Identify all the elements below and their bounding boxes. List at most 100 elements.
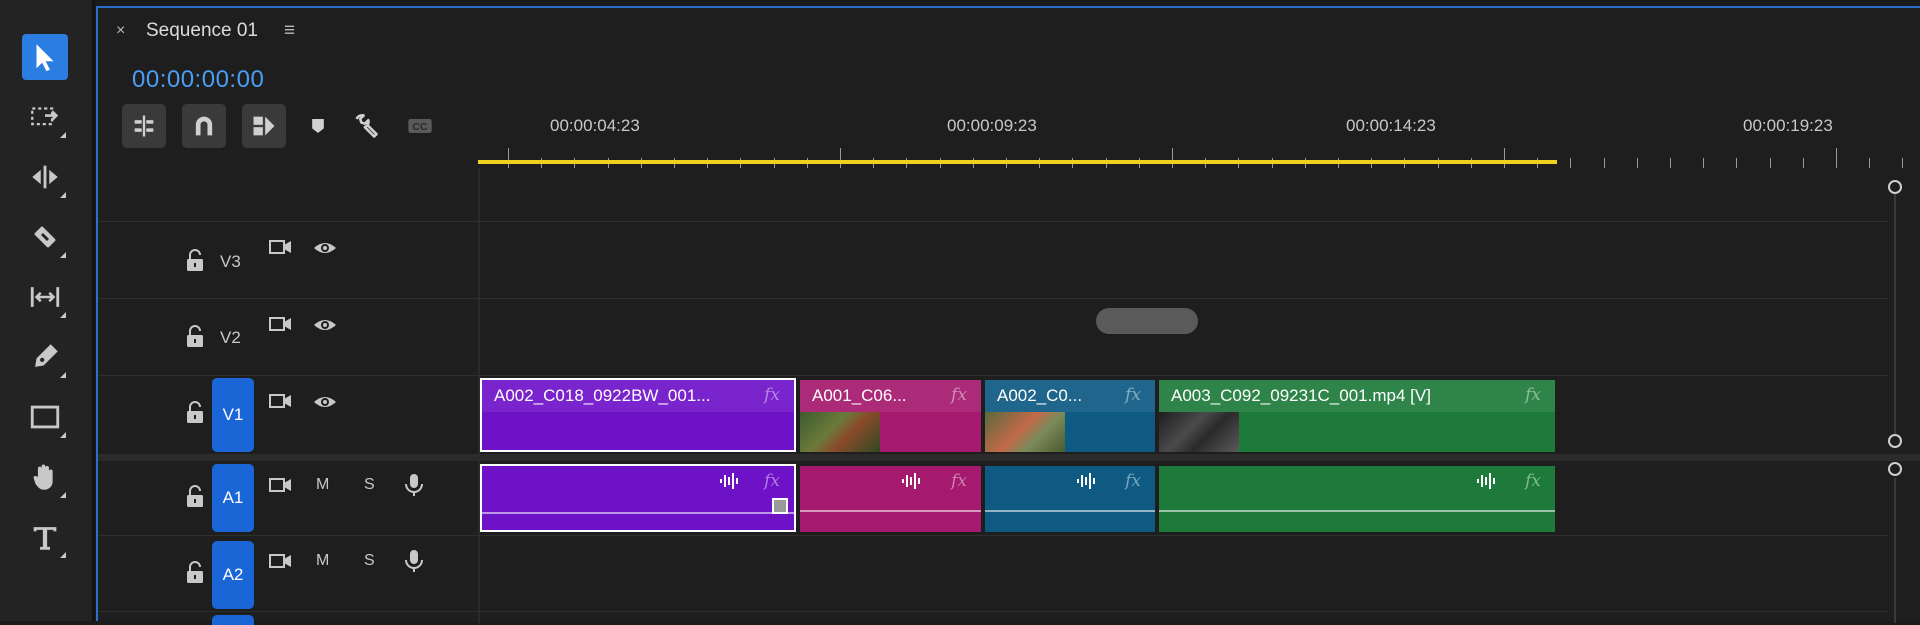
track-name-v1[interactable]: V1 bbox=[212, 378, 254, 452]
ruler-tick bbox=[840, 148, 841, 168]
video-audio-splitter[interactable] bbox=[98, 454, 1920, 461]
track-name-a2[interactable]: A2 bbox=[212, 541, 254, 609]
volume-line[interactable] bbox=[1159, 510, 1555, 512]
ruler-tick bbox=[1570, 158, 1572, 168]
eye-icon[interactable] bbox=[312, 237, 338, 259]
ruler-tick bbox=[1636, 158, 1638, 168]
track-name-a3-partial[interactable] bbox=[212, 615, 254, 625]
vertical-scroll-handle-top[interactable] bbox=[1888, 180, 1902, 194]
sync-lock-icon[interactable] bbox=[268, 474, 294, 496]
track-divider bbox=[98, 375, 1888, 376]
fx-badge[interactable]: fx bbox=[1125, 385, 1141, 405]
linked-selection-button[interactable] bbox=[242, 104, 286, 148]
fx-badge[interactable]: fx bbox=[764, 471, 780, 491]
lock-icon[interactable] bbox=[184, 400, 206, 426]
ruler-tick bbox=[1769, 158, 1771, 168]
lock-icon[interactable] bbox=[184, 324, 206, 350]
eye-icon[interactable] bbox=[312, 391, 338, 413]
clip-thumbnail bbox=[985, 412, 1065, 452]
keyframe-icon[interactable] bbox=[772, 498, 788, 514]
video-clip[interactable]: A002_C0... fx bbox=[985, 380, 1155, 452]
add-marker-button[interactable] bbox=[296, 104, 340, 148]
hand-icon bbox=[33, 464, 53, 490]
pen-tool[interactable] bbox=[22, 334, 68, 380]
type-tool[interactable] bbox=[22, 514, 68, 560]
track-name-a1[interactable]: A1 bbox=[212, 464, 254, 532]
horizontal-scroll-thumb[interactable] bbox=[1096, 308, 1198, 334]
video-clip[interactable]: A001_C06... fx bbox=[800, 380, 981, 452]
clip-label: A001_C06... bbox=[812, 386, 907, 405]
eye-icon[interactable] bbox=[312, 314, 338, 336]
slip-tool[interactable] bbox=[22, 274, 68, 320]
volume-line[interactable] bbox=[985, 510, 1155, 512]
track-divider bbox=[98, 298, 1888, 299]
lock-icon[interactable] bbox=[184, 560, 206, 586]
volume-line[interactable] bbox=[482, 512, 794, 514]
sync-lock-icon[interactable] bbox=[268, 313, 294, 335]
audio-clip[interactable]: fx bbox=[985, 466, 1155, 532]
razor-tool[interactable] bbox=[22, 214, 68, 260]
fx-badge[interactable]: fx bbox=[1125, 471, 1141, 491]
time-ruler[interactable] bbox=[478, 136, 1908, 170]
tools-panel bbox=[0, 0, 95, 621]
audio-clip[interactable]: fx bbox=[800, 466, 981, 532]
fx-badge[interactable]: fx bbox=[951, 385, 967, 405]
close-tab-button[interactable]: × bbox=[116, 22, 125, 40]
microphone-icon[interactable] bbox=[401, 472, 427, 498]
track-select-tool[interactable] bbox=[22, 94, 68, 140]
ruler-tick bbox=[1172, 148, 1173, 168]
waveform-icon bbox=[1477, 473, 1495, 489]
wrench-icon bbox=[355, 114, 378, 138]
work-area-bar[interactable] bbox=[478, 160, 1557, 164]
hand-tool[interactable] bbox=[22, 454, 68, 500]
ripple-edit-tool[interactable] bbox=[22, 154, 68, 200]
mute-button[interactable]: M bbox=[316, 552, 329, 570]
playhead-timecode[interactable]: 00:00:00:00 bbox=[132, 66, 264, 94]
ruler-label: 00:00:04:23 bbox=[550, 116, 640, 135]
waveform-icon bbox=[720, 473, 738, 489]
timeline-settings-button[interactable] bbox=[344, 104, 388, 148]
razor-icon bbox=[34, 226, 56, 248]
track-name-v2[interactable]: V2 bbox=[220, 328, 241, 348]
video-clip[interactable]: A003_C092_09231C_001.mp4 [V] fx bbox=[1159, 380, 1555, 452]
captions-button[interactable]: CC bbox=[398, 104, 442, 148]
ruler-tick bbox=[1504, 148, 1505, 168]
fx-badge[interactable]: fx bbox=[1525, 471, 1541, 491]
volume-line[interactable] bbox=[800, 510, 981, 512]
ruler-tick bbox=[1670, 158, 1671, 168]
insert-nest-button[interactable] bbox=[122, 104, 166, 148]
microphone-icon[interactable] bbox=[401, 548, 427, 574]
selection-tool[interactable] bbox=[22, 34, 68, 80]
sync-lock-icon[interactable] bbox=[268, 390, 294, 412]
video-clip[interactable]: A002_C018_0922BW_001... fx bbox=[480, 378, 796, 452]
clip-label: A002_C018_0922BW_001... bbox=[494, 386, 711, 405]
lock-icon[interactable] bbox=[184, 484, 206, 510]
audio-scroll-handle-top[interactable] bbox=[1888, 462, 1902, 476]
audio-clip[interactable]: fx bbox=[480, 464, 796, 532]
solo-button[interactable]: S bbox=[364, 552, 375, 570]
panel-tab: × Sequence 01 ≡ bbox=[98, 8, 1920, 58]
track-name-v3[interactable]: V3 bbox=[220, 252, 241, 272]
sync-lock-icon[interactable] bbox=[268, 550, 294, 572]
track-divider bbox=[98, 535, 1888, 536]
audio-clip[interactable]: fx bbox=[1159, 466, 1555, 532]
toolbar-divider bbox=[92, 0, 95, 621]
timeline-panel: × Sequence 01 ≡ 00:00:00:00 CC 00:00:04:… bbox=[96, 6, 1920, 625]
solo-button[interactable]: S bbox=[364, 476, 375, 494]
fx-badge[interactable]: fx bbox=[764, 385, 780, 405]
slip-icon bbox=[30, 287, 60, 307]
lock-icon[interactable] bbox=[184, 248, 206, 274]
snap-button[interactable] bbox=[182, 104, 226, 148]
clip-label: A002_C0... bbox=[997, 386, 1083, 405]
ruler-tick bbox=[1902, 158, 1904, 168]
mute-button[interactable]: M bbox=[316, 476, 329, 494]
rectangle-tool[interactable] bbox=[22, 394, 68, 440]
clip-thumbnail bbox=[800, 412, 880, 452]
fx-badge[interactable]: fx bbox=[951, 471, 967, 491]
sequence-title[interactable]: Sequence 01 bbox=[146, 20, 258, 42]
marker-icon bbox=[312, 119, 324, 133]
vertical-scroll-handle-bottom[interactable] bbox=[1888, 434, 1902, 448]
panel-menu-icon[interactable]: ≡ bbox=[284, 20, 295, 42]
sync-lock-icon[interactable] bbox=[268, 236, 294, 258]
fx-badge[interactable]: fx bbox=[1525, 385, 1541, 405]
